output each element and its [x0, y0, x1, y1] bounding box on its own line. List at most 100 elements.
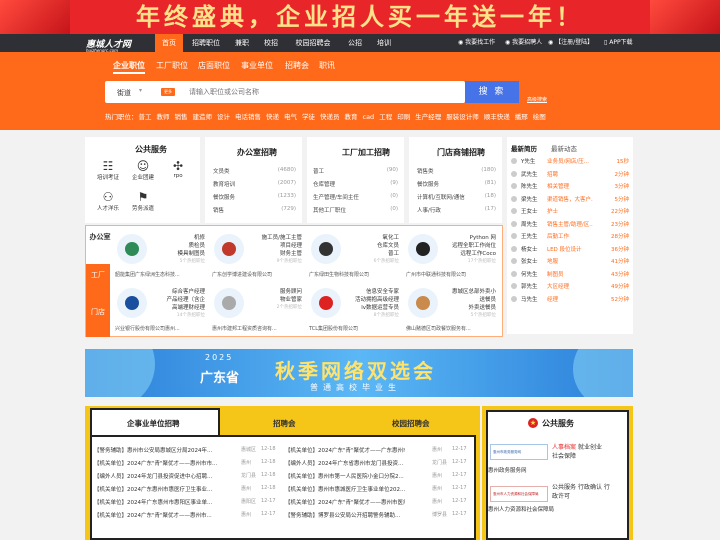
- tab-enterprise[interactable]: 企业职位: [113, 60, 145, 74]
- hot-job-link[interactable]: 生产经理: [415, 113, 441, 121]
- company-job-link[interactable]: 质检员: [149, 242, 205, 250]
- resume-job[interactable]: 渠道销售，大客户...: [547, 195, 593, 203]
- tab-institution[interactable]: 事业单位: [241, 60, 273, 71]
- company-name[interactable]: 兴业银行股份有限公司惠州...: [115, 325, 209, 332]
- category-job-link[interactable]: 计算机/互联网/通信: [417, 193, 465, 201]
- resume-name[interactable]: 郭先生: [521, 282, 538, 290]
- nav-campus[interactable]: 校招: [258, 34, 284, 52]
- nav-home[interactable]: 首页: [155, 34, 183, 52]
- company-name[interactable]: TCL集团股份有限公司: [309, 325, 403, 332]
- resume-name[interactable]: 马先生: [521, 295, 538, 303]
- training-cert-item[interactable]: ☷ 培训考证: [93, 159, 123, 181]
- resume-job[interactable]: 相关管理: [547, 182, 593, 190]
- company-job-link[interactable]: lv数据运营专员: [343, 304, 399, 312]
- recruit-news-link[interactable]: 【编外人员】2024年龙门县投资促进中心招聘...: [94, 472, 224, 480]
- company-more-jobs[interactable]: 14个热招职位: [149, 312, 205, 320]
- hot-job-link[interactable]: cad: [363, 113, 375, 121]
- team-building-item[interactable]: ☺ 企业团建: [128, 159, 158, 181]
- hot-job-link[interactable]: 印刷: [397, 113, 410, 121]
- hot-job-link[interactable]: 播邢: [515, 113, 528, 121]
- company-card[interactable]: 服务顾问 物业管家 2个热招职位 惠州市建邦工程资质咨询有...: [210, 284, 306, 334]
- resume-name[interactable]: 周先生: [521, 220, 538, 228]
- company-job-link[interactable]: 服务顾问: [246, 288, 302, 296]
- promo-banner[interactable]: 年终盛典，企业招人买一年送一年！: [0, 0, 720, 34]
- company-job-link[interactable]: 信息安全专家: [343, 288, 399, 296]
- company-job-link[interactable]: 惠城区总部外卖小: [440, 288, 496, 296]
- recruit-news-link[interactable]: 【机关单位】2024广东惠州市惠医疗卫生事业...: [94, 485, 224, 493]
- company-job-link[interactable]: 产品经理（含企: [149, 296, 205, 304]
- more-badge[interactable]: 更多: [161, 88, 175, 96]
- company-job-link[interactable]: 高端理财经理: [149, 304, 205, 312]
- resume-name[interactable]: 梁先生: [521, 195, 538, 203]
- tab-institution-recruit[interactable]: 企事业单位招聘: [127, 418, 180, 429]
- category-job-link[interactable]: 销售类: [417, 167, 434, 175]
- tab-latest-news[interactable]: 最新动态: [551, 143, 577, 153]
- hot-job-link[interactable]: 建造师: [193, 113, 213, 121]
- category-job-link[interactable]: 生产管理/车间主任: [313, 193, 359, 201]
- link-social-security[interactable]: 社会保障: [552, 453, 576, 460]
- hr-bureau-name[interactable]: 惠州人力资源和社会保障局: [488, 505, 554, 513]
- category-job-link[interactable]: 餐饮服务: [417, 180, 439, 188]
- category-job-link[interactable]: 教育培训: [213, 180, 235, 188]
- company-job-link[interactable]: 远程全职工作岗位: [440, 242, 496, 250]
- company-more-jobs[interactable]: 5个热招职位: [440, 312, 496, 320]
- resume-name[interactable]: 陈先生: [521, 182, 538, 190]
- company-job-link[interactable]: 普工: [343, 250, 399, 258]
- company-name[interactable]: 广东绿田生物科技有限公司: [309, 271, 403, 278]
- company-card[interactable]: 机修 质检员 模具制图员 5个热招职位 韶能集团广东绿洲生态科技...: [113, 230, 209, 280]
- hot-job-link[interactable]: 绘图: [533, 113, 546, 121]
- resume-name[interactable]: 武先生: [521, 170, 538, 178]
- nav-parttime[interactable]: 兼职: [229, 34, 255, 52]
- hot-job-link[interactable]: 快递员: [320, 113, 340, 121]
- recruit-news-link[interactable]: 【机关单位】惠州市第一人民医院小金口分院2...: [285, 472, 405, 480]
- hot-job-link[interactable]: 销售: [175, 113, 188, 121]
- hot-job-link[interactable]: 电气: [284, 113, 297, 121]
- category-tag-factory[interactable]: 工厂: [86, 264, 110, 302]
- rpo-item[interactable]: ✣ rpo: [163, 159, 193, 179]
- hot-job-link[interactable]: 教师: [157, 113, 170, 121]
- resume-name[interactable]: 王女士: [521, 207, 538, 215]
- recruit-news-link[interactable]: 【机关单位】2024广东"青"聚优才——惠州市...: [94, 511, 224, 519]
- link-employment[interactable]: 就业创业: [578, 444, 602, 451]
- company-job-link[interactable]: 送餐员: [440, 296, 496, 304]
- tab-news[interactable]: 职讯: [319, 60, 335, 71]
- link-public-service[interactable]: 公共服务: [552, 484, 576, 491]
- tab-factory[interactable]: 工厂职位: [156, 60, 188, 71]
- company-job-link[interactable]: 氧化工: [343, 234, 399, 242]
- company-job-link[interactable]: 活动拥抱高级经理: [343, 296, 399, 304]
- resume-job[interactable]: 业务员/网店/压...: [547, 157, 593, 165]
- advanced-search-link[interactable]: 高级搜索: [527, 96, 547, 103]
- recruit-news-link[interactable]: 【机关单位】惠州市惠城医疗卫生事业单位202...: [285, 485, 405, 493]
- tab-campus-fairs[interactable]: 校园招聘会: [392, 418, 430, 429]
- link-personnel-archive[interactable]: 人事档案: [552, 444, 576, 451]
- nav-jobs[interactable]: 招聘职位: [186, 34, 226, 52]
- company-more-jobs[interactable]: 5个热招职位: [149, 258, 205, 266]
- resume-job[interactable]: LED 段位设计: [547, 245, 593, 253]
- category-job-link[interactable]: 仓库管理: [313, 180, 335, 188]
- resume-name[interactable]: Y先生: [521, 157, 535, 165]
- gov-service-name[interactable]: 惠州政务服务网: [488, 466, 527, 474]
- resume-name[interactable]: 王先生: [521, 232, 538, 240]
- category-tag-store[interactable]: 门店: [86, 302, 110, 337]
- app-download-link[interactable]: ▯ APP下载: [604, 34, 633, 52]
- resume-name[interactable]: 何先生: [521, 270, 538, 278]
- company-job-link[interactable]: 物业管家: [246, 296, 302, 304]
- company-name[interactable]: 佛山赌德区司政餐饮服务有...: [406, 325, 500, 332]
- recruit-news-link[interactable]: 【机关单位】2024广东"青"聚优才——广东惠州市市...: [285, 446, 405, 454]
- tab-job-fair[interactable]: 招聘会: [285, 60, 309, 71]
- search-input[interactable]: [189, 84, 459, 100]
- company-job-link[interactable]: 项目经理: [246, 242, 302, 250]
- company-name[interactable]: 广东创学博进建设有限公司: [212, 271, 306, 278]
- category-job-link[interactable]: 餐饮服务: [213, 193, 235, 201]
- nav-public[interactable]: 公招: [342, 34, 368, 52]
- resume-name[interactable]: 张女士: [521, 257, 538, 265]
- company-card[interactable]: 惠城区总部外卖小 送餐员 外卖送餐员 5个热招职位佛山赌德区司政餐饮服务有...: [404, 284, 500, 334]
- company-job-link[interactable]: 外卖送餐员: [440, 304, 496, 312]
- resume-job[interactable]: 大区经理: [547, 282, 593, 290]
- hot-job-link[interactable]: 教育: [345, 113, 358, 121]
- recruit-news-link[interactable]: 【机关单位】2024年广东惠州市惠阳区事业单...: [94, 498, 224, 506]
- resume-job[interactable]: 经理: [547, 295, 593, 303]
- category-job-link[interactable]: 普工: [313, 167, 324, 175]
- recruit-news-link[interactable]: 【机关单位】2024广东"青"聚优才——惠州市医疗...: [285, 498, 405, 506]
- hot-job-link[interactable]: 电话销售: [235, 113, 261, 121]
